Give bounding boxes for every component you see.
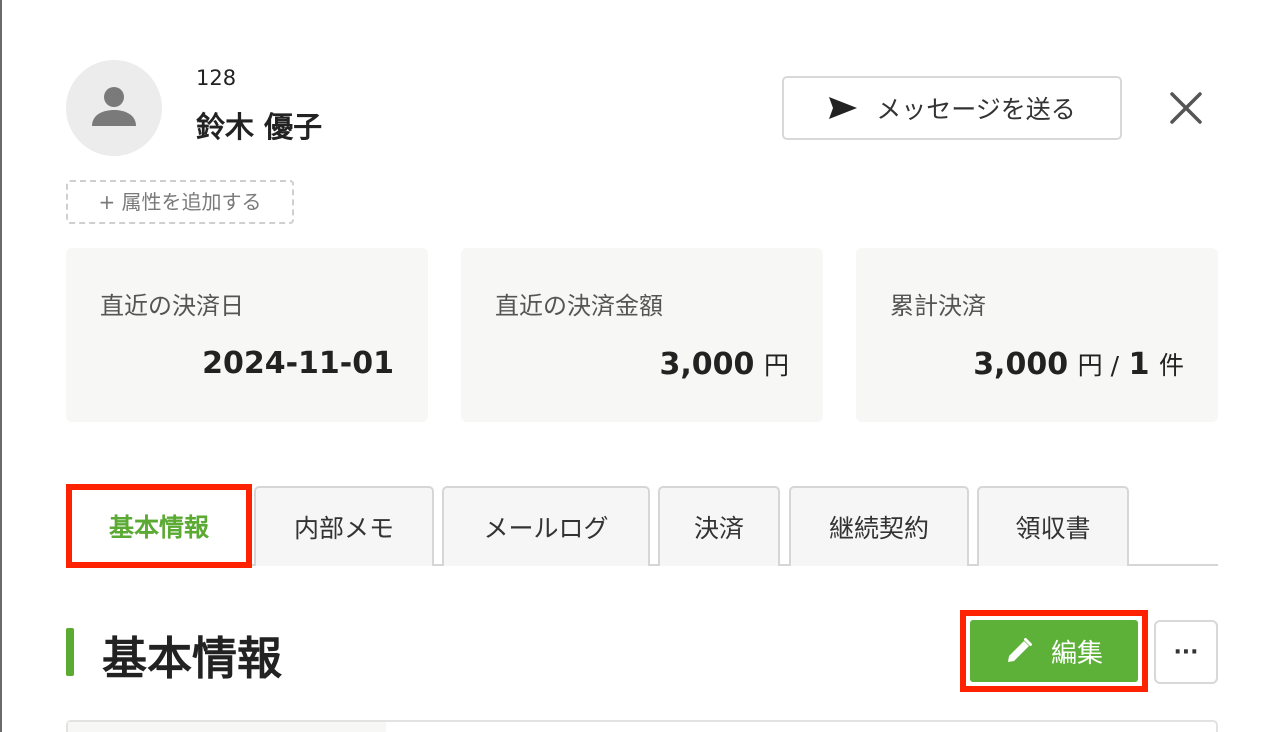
section-accent-bar [66,628,74,676]
stat-label: 直近の決済金額 [495,292,663,320]
more-button[interactable]: ··· [1154,620,1218,684]
stat-count-unit: 件 [1158,351,1184,380]
close-icon[interactable] [1168,90,1204,126]
avatar [66,60,162,156]
tab-internal-memo[interactable]: 内部メモ [254,486,434,566]
tab-highlight-box [66,484,252,568]
customer-id: 128 [196,66,237,90]
tab-receipt[interactable]: 領収書 [977,486,1129,566]
stat-count: 1 [1128,347,1150,382]
stat-value: 3,000 円 [660,346,789,382]
stat-label: 累計決済 [890,292,986,320]
stat-card-total-payment: 累計決済 3,000 円 / 1 件 [856,248,1218,422]
stat-card-last-payment-amount: 直近の決済金額 3,000 円 [461,248,823,422]
stat-unit: 円 / [1077,351,1120,380]
send-message-button[interactable]: メッセージを送る [782,76,1122,140]
tab-mail-log[interactable]: メールログ [442,486,650,566]
tab-subscription[interactable]: 継続契約 [789,486,969,566]
stat-number: 3,000 [659,347,755,382]
stat-number: 3,000 [973,347,1069,382]
edit-highlight-box [960,610,1148,692]
stat-value: 2024-11-01 [202,346,394,381]
stat-unit: 円 [763,351,789,380]
person-icon [92,87,136,126]
tab-payment[interactable]: 決済 [658,486,780,566]
stat-number: 2024-11-01 [202,346,394,381]
add-attribute-button[interactable]: + 属性を追加する [66,180,294,224]
send-message-label: メッセージを送る [876,95,1076,124]
stat-label: 直近の決済日 [100,292,244,320]
window-edge [0,0,2,732]
send-icon [829,97,858,119]
stat-value: 3,000 円 / 1 件 [973,346,1184,382]
section-title: 基本情報 [102,632,283,685]
info-panel-label-column [68,722,386,732]
more-icon: ··· [1173,639,1199,665]
stat-card-last-payment-date: 直近の決済日 2024-11-01 [66,248,428,422]
customer-name: 鈴木 優子 [196,110,323,144]
